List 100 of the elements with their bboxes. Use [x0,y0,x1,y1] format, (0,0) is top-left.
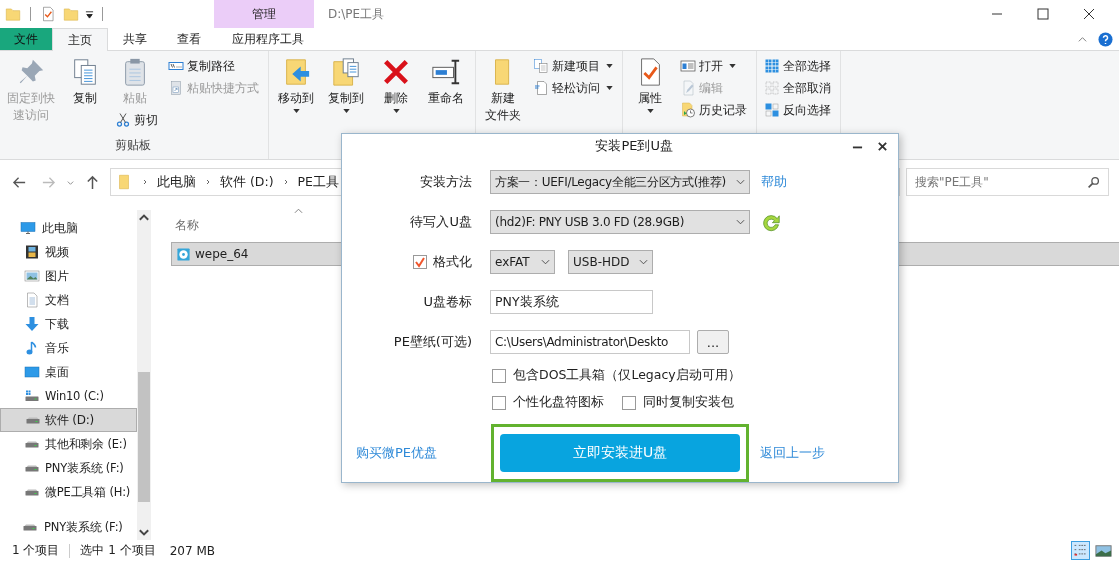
caret-icon [606,64,613,68]
tree-item[interactable]: 其他和剩余 (E:) [0,432,137,456]
ribbon-button[interactable]: 复制路径 [165,55,238,77]
monitor-icon [20,220,36,236]
ribbon-button[interactable]: 删除 [373,55,419,115]
delete-icon [381,57,411,87]
tree-item[interactable]: 图片 [0,264,137,288]
breadcrumb[interactable]: 软件 (D:) [220,173,274,191]
tree-item[interactable]: 软件 (D:) [0,408,137,432]
field-label: U盘卷标 [423,293,472,311]
ribbon-tab[interactable]: 主页 [52,28,108,51]
select-none-icon [764,80,780,96]
ribbon-button[interactable]: 新建项目 [530,55,616,77]
scroll-thumb[interactable] [138,372,150,502]
dropdown[interactable]: 方案一：UEFI/Legacy全能三分区方式(推荐) [490,170,750,194]
input-field[interactable]: C:\Users\Administrator\Deskto [490,330,690,354]
context-tab-header: 管理 [214,0,314,28]
checkbox[interactable] [622,395,636,410]
invert-selection-icon [764,102,780,118]
chevron-down-icon [736,179,745,185]
tree-item[interactable]: 文档 [0,288,137,312]
back-link[interactable]: 返回上一步 [760,444,825,462]
chevron-down-icon [639,259,648,265]
rename-icon [431,57,461,87]
ribbon-button[interactable]: 新建 文件夹 [480,55,526,126]
ribbon-button[interactable]: 剪切 [112,109,161,131]
breadcrumb[interactable]: PE工具 [297,173,339,191]
ribbon-button[interactable]: 复制 [62,55,108,109]
caret-icon [606,86,613,90]
disc-icon [176,246,191,262]
dropdown-icon[interactable] [85,9,94,19]
checkmark-icon [414,256,426,268]
caret-icon [729,64,736,68]
chevron-icon [141,178,149,186]
field-label: 待写入U盘 [410,213,472,231]
search-field[interactable]: 搜索"PE工具" [906,168,1109,196]
caret-icon [392,109,400,113]
close-icon[interactable] [1083,8,1095,20]
document-icon [24,292,40,308]
ribbon-button[interactable]: 历史记录 [677,99,750,121]
ribbon-button[interactable]: 轻松访问 [530,77,616,99]
help-icon[interactable] [1098,31,1113,47]
status-text: 选中 1 个项目 [80,542,156,559]
tree-item[interactable]: PNY装系统 (F:) [0,515,137,539]
search-icon [1087,175,1100,189]
ribbon-button[interactable]: 全部取消 [761,77,834,99]
ribbon-button[interactable]: 反向选择 [761,99,834,121]
status-text: 1 个项目 [12,542,60,559]
up-arrow-icon[interactable] [85,174,100,190]
tree-item[interactable]: 微PE工具箱 (H:) [0,480,137,504]
ribbon-tab[interactable]: 应用程序工具 [218,28,318,50]
dropdown[interactable]: USB-HDD [568,250,653,274]
scissors-icon [115,112,131,128]
ribbon-button[interactable]: 重命名 [423,55,469,109]
dialog-title: 安装PE到U盘 [595,137,673,155]
tree-item[interactable]: 视频 [0,240,137,264]
scrollbar[interactable] [137,210,151,540]
ribbon-button[interactable]: 复制到 [323,55,369,115]
ribbon-tab[interactable]: 共享 [108,28,162,50]
field-label: 格式化 [433,253,472,271]
browse-button[interactable]: ... [697,330,729,354]
tree-item[interactable]: 下载 [0,312,137,336]
download-icon [24,316,40,332]
film-icon [24,244,40,260]
ribbon-button[interactable]: 属性 [627,55,673,115]
breadcrumb[interactable]: 此电脑 [157,173,196,191]
tree-item[interactable]: 音乐 [0,336,137,360]
select-all-icon [764,58,780,74]
caret-icon [646,109,654,113]
ribbon-button[interactable]: 全部选择 [761,55,834,77]
drive-icon [24,388,40,404]
option-label: 同时复制安装包 [643,394,734,411]
documents-icon [533,58,549,74]
tree-item[interactable]: 桌面 [0,360,137,384]
help-link[interactable]: 帮助 [761,173,787,191]
maximize-icon[interactable] [1037,8,1049,20]
history-icon [680,102,696,118]
dropdown[interactable]: exFAT [490,250,555,274]
input-field[interactable]: PNY装系统 [490,290,653,314]
ribbon-tab[interactable]: 查看 [162,28,216,50]
checkbox[interactable] [492,395,506,410]
ribbon-button[interactable]: 移动到 [273,55,319,115]
document-icon [533,80,549,96]
checkbox[interactable] [413,255,427,269]
caret-icon [342,109,350,113]
ribbon-tab[interactable]: 文件 [0,28,52,50]
desktop-icon [24,364,40,380]
field-label: 安装方法 [420,173,472,191]
chevron-down-icon [736,219,745,225]
details-view-icon[interactable] [1071,541,1090,560]
tree-item[interactable]: Win10 (C:) [0,384,137,408]
document-icon [680,80,696,96]
tree-item[interactable]: 此电脑 [0,216,137,240]
checkbox[interactable] [492,368,506,383]
tree-item[interactable]: PNY装系统 (F:) [0,456,137,480]
sort-caret-icon [294,208,303,214]
buy-link[interactable]: 购买微PE优盘 [356,444,486,462]
ribbon-button[interactable]: 打开 [677,55,739,77]
dropdown[interactable]: (hd2)F: PNY USB 3.0 FD (28.9GB) [490,210,750,234]
close-icon[interactable] [877,140,888,152]
